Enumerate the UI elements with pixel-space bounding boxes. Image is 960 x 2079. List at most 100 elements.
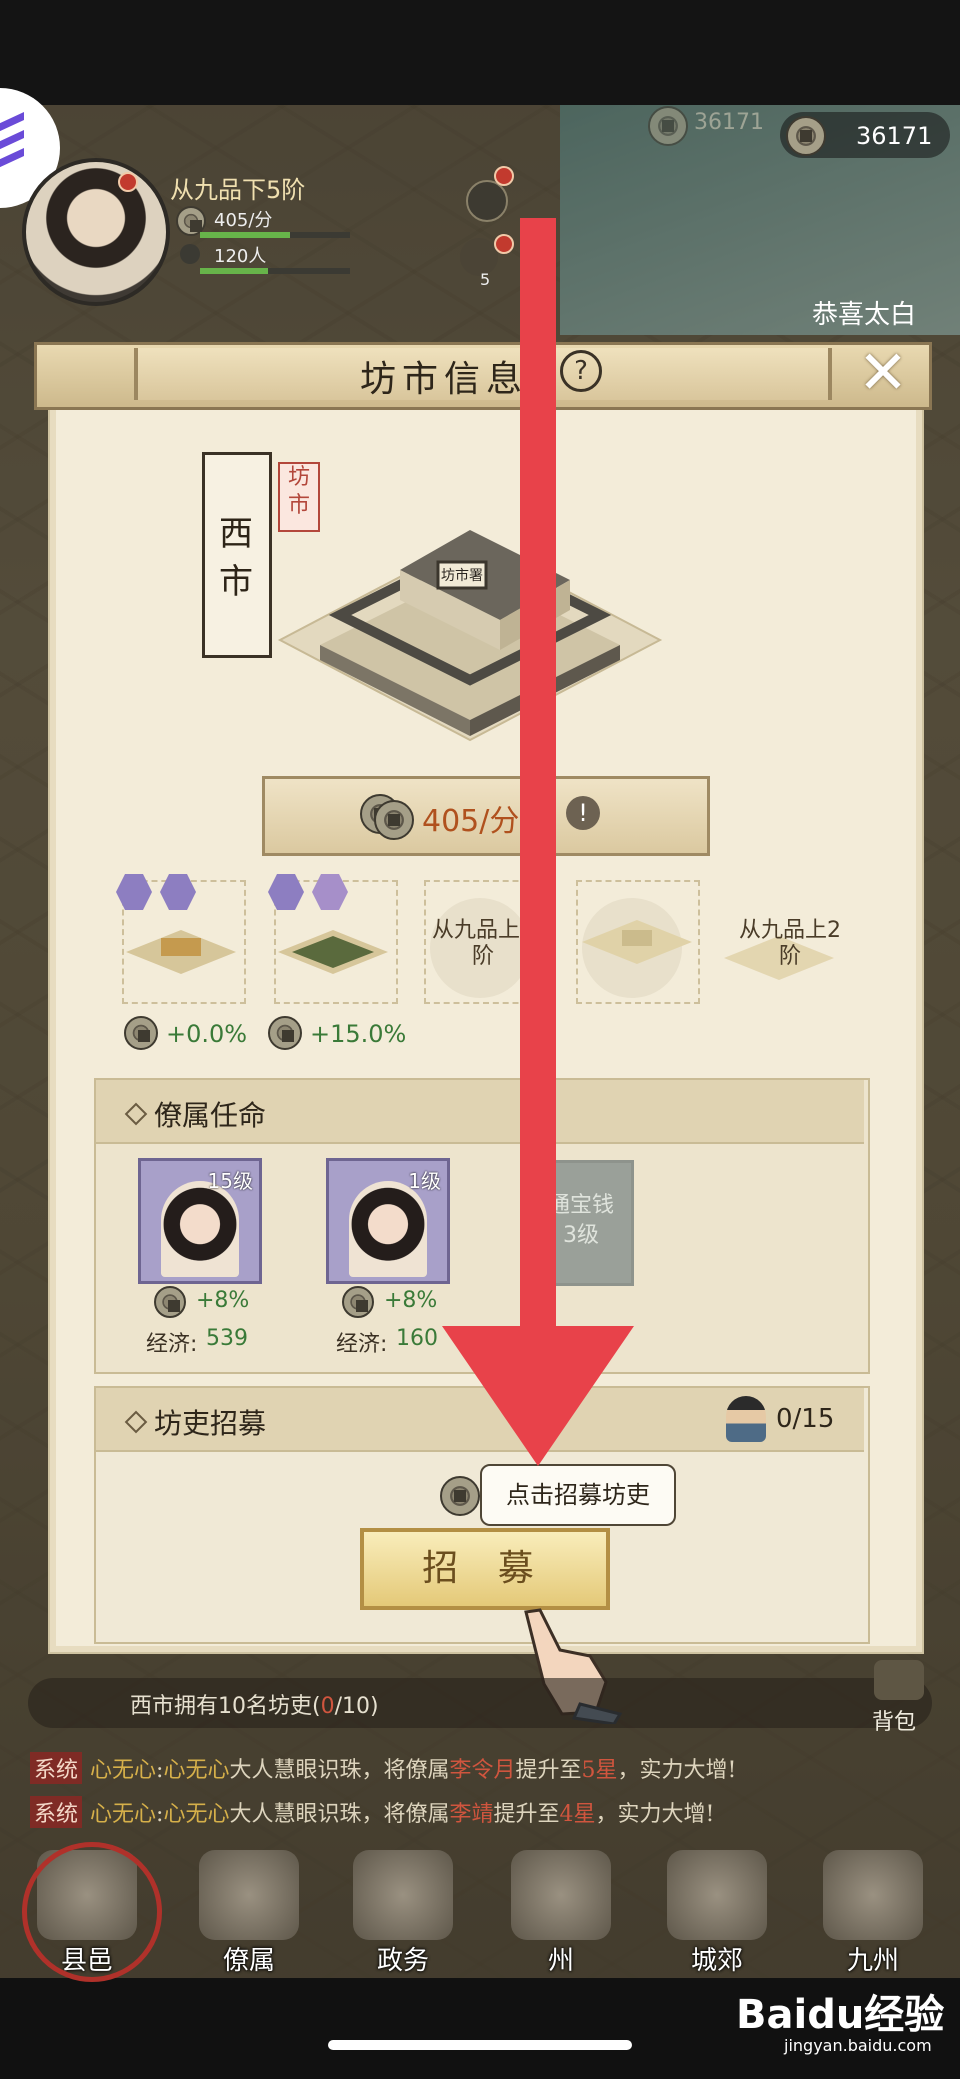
nav-label: 城郊	[690, 1946, 743, 1976]
coin-icon	[154, 1286, 186, 1318]
section-title: 僚属任命	[154, 1099, 267, 1132]
event-icon[interactable]	[460, 238, 498, 276]
subordinate-card[interactable]: 15级	[138, 1158, 262, 1284]
chat-speaker[interactable]: 心无心	[90, 1802, 156, 1827]
chat-mention: 心无心	[163, 1758, 230, 1783]
coin-icon	[342, 1286, 374, 1318]
farm-building-icon	[126, 930, 236, 974]
player-population: 120人	[214, 246, 267, 267]
status-bar	[0, 0, 960, 105]
notification-dot	[118, 172, 138, 192]
tax-icon[interactable]	[466, 180, 508, 222]
currency-ghost: 36171	[694, 110, 764, 135]
player-income: 405/分	[214, 210, 273, 231]
notification-dot	[494, 234, 514, 254]
recruit-button[interactable]: 招 募	[360, 1528, 610, 1610]
watermark-brand: Baidu经验	[736, 1992, 945, 2038]
nav-label: 僚属	[222, 1946, 275, 1976]
nav-subordinates[interactable]: 僚属	[184, 1838, 314, 1978]
coin-icon	[648, 106, 688, 146]
chat-text: 大人慧眼识珠，将僚属	[229, 1802, 450, 1827]
backpack-icon[interactable]	[874, 1660, 924, 1700]
economy-label: 经济:	[336, 1332, 388, 1357]
coin-icon	[124, 1016, 158, 1050]
nav-label: 九州	[846, 1946, 899, 1976]
clerk-count: 0/15	[776, 1404, 835, 1434]
person-icon	[180, 244, 200, 264]
market-name: 西市	[219, 514, 253, 602]
coin-icon	[786, 116, 826, 156]
guide-arrow-head	[442, 1326, 634, 1466]
economy-value: 160	[396, 1326, 438, 1351]
nav-affairs[interactable]: 政务	[338, 1838, 468, 1978]
player-rank: 从九品下5阶	[170, 176, 306, 204]
chat-text: ，实力大增!	[617, 1758, 737, 1783]
home-indicator[interactable]	[328, 2040, 632, 2050]
unlock-requirement: 从九品上2阶	[739, 918, 841, 969]
economy-value: 539	[206, 1326, 248, 1351]
population-bar	[200, 268, 350, 274]
system-tag: 系统	[30, 1796, 83, 1828]
chat-speaker[interactable]: 心无心	[90, 1758, 156, 1783]
field-building-icon	[278, 930, 388, 974]
chat-stars: 4星	[559, 1802, 596, 1827]
backpack-label[interactable]: 背包	[872, 1704, 916, 1736]
chat-text: 大人慧眼识珠，将僚属	[229, 1758, 450, 1783]
suburbs-icon	[667, 1850, 767, 1940]
nav-nine-provinces[interactable]: 九州	[808, 1838, 938, 1978]
announcement-marquee: 恭喜太白	[812, 300, 917, 330]
section-title: 坊吏招募	[154, 1407, 267, 1440]
close-button[interactable]: ✕	[840, 338, 926, 408]
coin-stack-icon	[374, 800, 414, 840]
card-level: 15级	[207, 1169, 253, 1193]
chat-stars: 5星	[581, 1758, 618, 1783]
market-building-illustration[interactable]: 坊市署	[270, 500, 670, 760]
nav-prefecture[interactable]: 州	[496, 1838, 626, 1978]
nav-suburbs[interactable]: 城郊	[652, 1838, 782, 1978]
shop-status-current: 0	[320, 1694, 335, 1719]
portrait	[349, 1181, 427, 1277]
card-bonus: +8%	[384, 1288, 438, 1313]
guide-arrow	[520, 218, 556, 1338]
chat-text: 提升至	[515, 1758, 582, 1783]
currency-value: 36171	[856, 122, 933, 150]
chat-message: 系统 心无心:心无心大人慧眼识珠，将僚属李靖提升至4星，实力大增!	[30, 1796, 930, 1834]
chat-text: ，实力大增!	[595, 1802, 715, 1827]
income-bar	[200, 232, 350, 238]
info-icon[interactable]: !	[566, 796, 600, 830]
building-plaque: 坊市署	[441, 567, 483, 584]
affairs-icon	[353, 1850, 453, 1940]
shop-status: 西市拥有10名坊吏(0/10)	[130, 1688, 379, 1720]
scroll-map-icon	[823, 1850, 923, 1940]
notification-dot	[494, 166, 514, 186]
subordinates-icon	[199, 1850, 299, 1940]
nav-label: 政务	[376, 1946, 429, 1976]
chat-subordinate: 李靖	[449, 1802, 494, 1827]
subordinate-card[interactable]: 1级	[326, 1158, 450, 1284]
shop-status-suffix: /10)	[334, 1694, 379, 1719]
recruit-tooltip: 点击招募坊吏	[480, 1464, 676, 1526]
upgrade-bonus: +15.0%	[310, 1020, 407, 1048]
upgrade-bonus: +0.0%	[166, 1020, 248, 1048]
chat-subordinate: 李令月	[449, 1758, 516, 1783]
card-bonus: +8%	[196, 1288, 250, 1313]
nav-label: 州	[547, 1946, 574, 1976]
chat-message: 系统 心无心:心无心大人慧眼识珠，将僚属李令月提升至5星，实力大增!	[30, 1752, 930, 1790]
watermark-url: jingyan.baidu.com	[784, 2036, 932, 2055]
system-tag: 系统	[30, 1752, 83, 1784]
coin-icon	[440, 1476, 480, 1516]
card-level: 1级	[408, 1169, 441, 1193]
shop-status-prefix: 西市拥有10名坊吏(	[130, 1694, 321, 1719]
active-nav-ring	[22, 1842, 162, 1982]
economy-label: 经济:	[146, 1332, 198, 1357]
help-icon[interactable]: ?	[560, 350, 602, 392]
coin-icon	[268, 1016, 302, 1050]
player-avatar[interactable]	[22, 158, 170, 306]
event-count: 5	[480, 270, 491, 289]
clerk-icon	[726, 1396, 766, 1442]
portrait	[161, 1181, 239, 1277]
chat-text: 提升至	[493, 1802, 560, 1827]
chat-mention: 心无心	[163, 1802, 230, 1827]
locked-building-icon	[582, 920, 692, 964]
prefecture-icon	[511, 1850, 611, 1940]
